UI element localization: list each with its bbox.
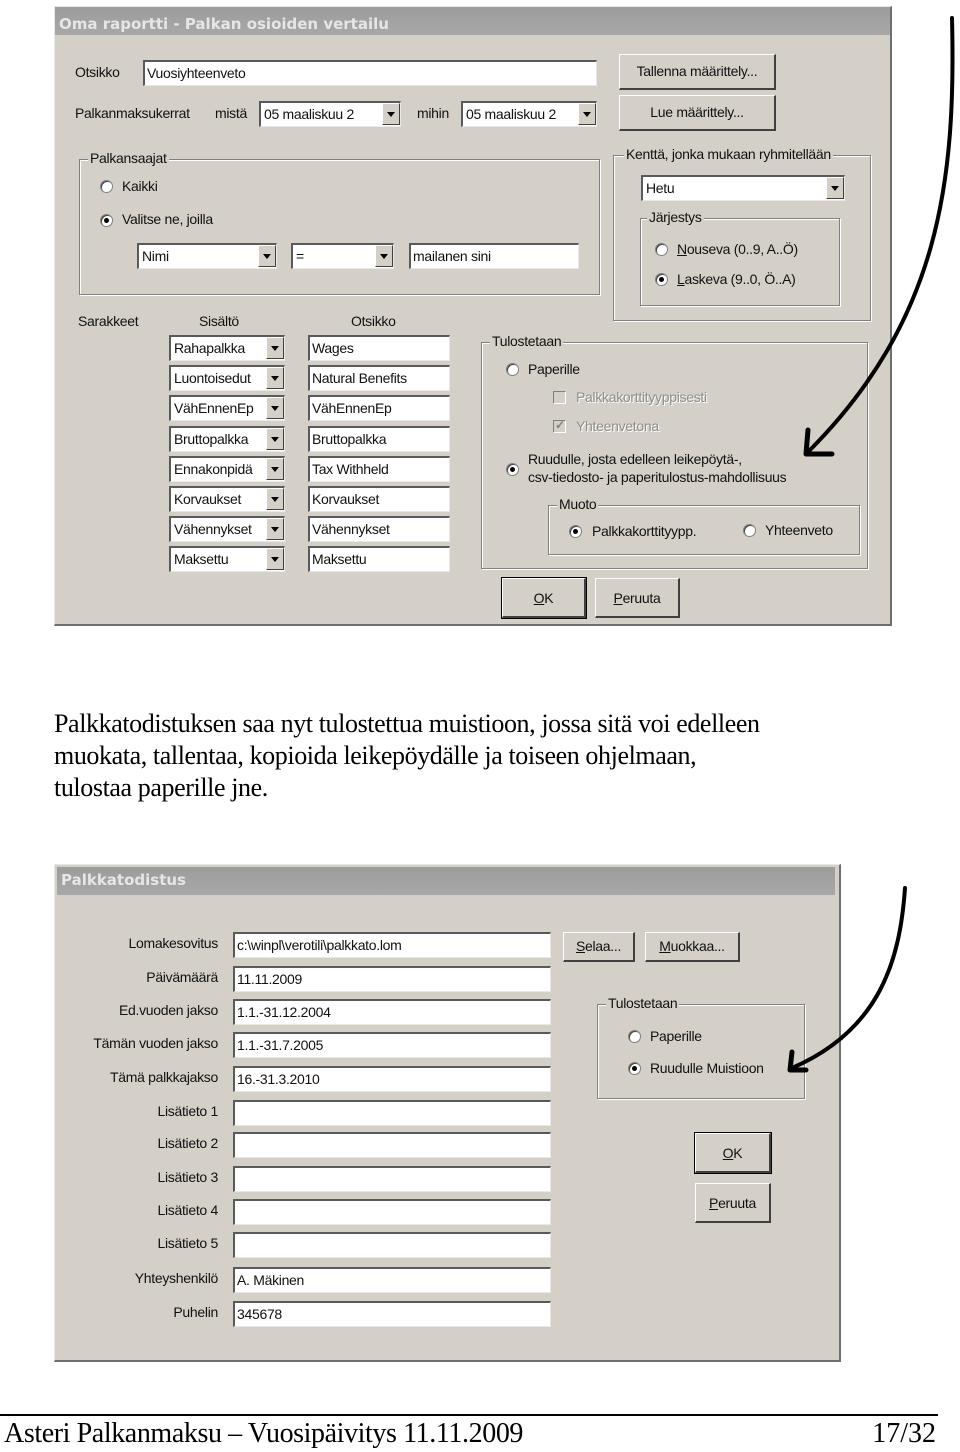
certificate-field-label: Puhelin — [173, 1304, 218, 1320]
cert-ok-button[interactable]: OK — [694, 1132, 772, 1174]
certificate-field-label: Lisätieto 2 — [157, 1135, 218, 1151]
footer-title: Asteri Palkanmaksu – Vuosipäivitys 11.11… — [4, 1418, 524, 1449]
certificate-field-label: Lisätieto 3 — [157, 1169, 218, 1185]
certificate-field-label: Lisätieto 1 — [157, 1103, 218, 1119]
certificate-field-input[interactable] — [233, 1199, 551, 1225]
cert-cancel-mnemonic: P — [709, 1195, 719, 1211]
annotation-arrow-icon — [787, 886, 907, 1073]
certificate-field-input[interactable] — [233, 1232, 551, 1258]
cert-ok-rest: K — [733, 1145, 743, 1161]
cert-cancel-button[interactable]: Peruuta — [695, 1183, 771, 1223]
certificate-field-label: Lisätieto 4 — [157, 1202, 218, 1218]
certificate-field-input[interactable] — [233, 1132, 551, 1158]
cert-cancel-rest: eruuta — [718, 1195, 756, 1211]
footer-divider — [0, 1414, 938, 1416]
certificate-field-label: Lisätieto 5 — [157, 1235, 218, 1251]
certificate-field-input[interactable] — [233, 1166, 551, 1192]
cert-ok-mnemonic: O — [722, 1145, 734, 1161]
certificate-field-label: Yhteyshenkilö — [134, 1270, 219, 1286]
certificate-field-input[interactable]: 345678 — [233, 1301, 551, 1327]
certificate-field-input[interactable] — [233, 1100, 551, 1126]
certificate-field-input[interactable]: A. Mäkinen — [233, 1267, 551, 1293]
page-number: 17/32 — [872, 1418, 936, 1449]
